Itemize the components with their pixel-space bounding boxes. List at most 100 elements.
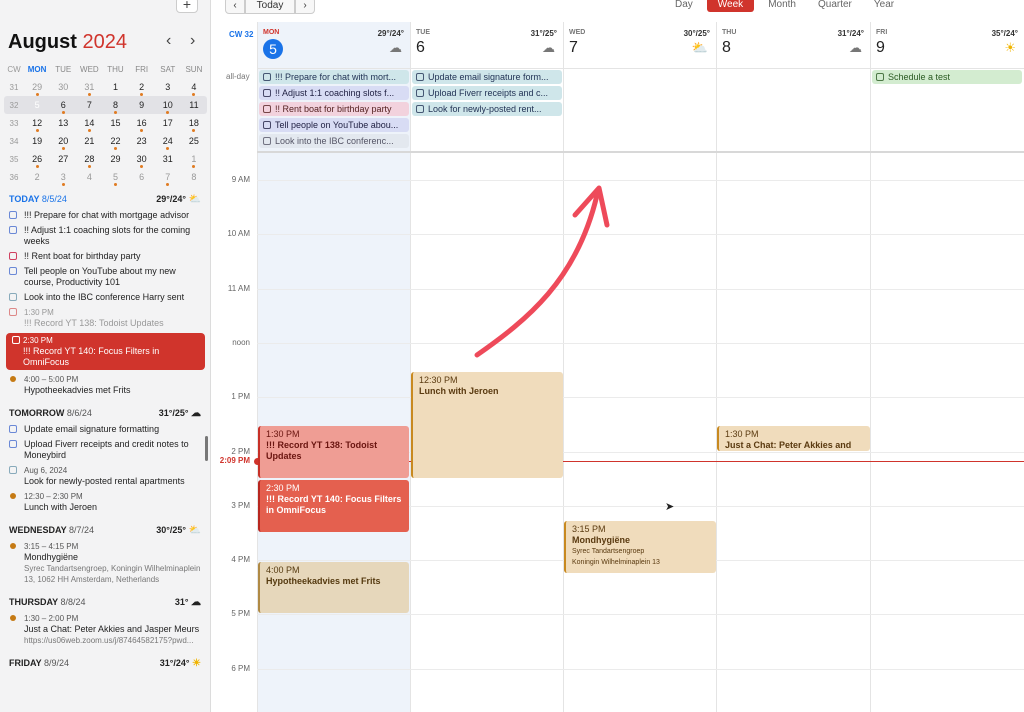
mini-calendar-day[interactable]: 17 — [155, 118, 181, 128]
agenda-task[interactable]: Tell people on YouTube about my new cour… — [0, 264, 210, 290]
event-lunch-jeroen[interactable]: 12:30 PM Lunch with Jeroen — [411, 372, 563, 478]
agenda-task[interactable]: Update email signature formatting — [0, 422, 210, 437]
mini-calendar-day[interactable]: 31 — [155, 154, 181, 164]
mini-calendar-day[interactable]: 25 — [181, 136, 207, 146]
mini-calendar-day[interactable]: 3 — [155, 82, 181, 92]
agenda-task[interactable]: !!! Prepare for chat with mortgage advis… — [0, 208, 210, 223]
mini-calendar-day[interactable]: 30 — [50, 82, 76, 92]
checkbox-icon[interactable] — [416, 89, 424, 97]
mini-calendar-day[interactable]: 4 — [76, 172, 102, 182]
mini-calendar-day[interactable]: 2 — [129, 82, 155, 96]
allday-task[interactable]: Tell people on YouTube abou... — [259, 118, 409, 132]
agenda-task[interactable]: !! Adjust 1:1 coaching slots for the com… — [0, 223, 210, 249]
mini-calendar-day[interactable]: 1 — [102, 82, 128, 92]
event-record-yt-140[interactable]: 2:30 PM!!! Record YT 140: Focus Filters … — [258, 480, 409, 532]
mini-calendar-day[interactable]: 8 — [102, 100, 128, 114]
checkbox-icon[interactable] — [9, 440, 17, 448]
checkbox-icon[interactable] — [9, 211, 17, 219]
checkbox-icon[interactable] — [9, 226, 17, 234]
mini-calendar-day[interactable]: 3 — [50, 172, 76, 186]
checkbox-icon[interactable] — [263, 137, 271, 145]
checkbox-icon[interactable] — [9, 425, 17, 433]
mini-calendar-day[interactable]: 1 — [181, 154, 207, 168]
mini-calendar-day[interactable]: 28 — [76, 154, 102, 168]
mini-calendar-day[interactable]: 29 — [24, 82, 50, 96]
mini-calendar-day[interactable]: 2 — [24, 172, 50, 182]
mini-calendar-day[interactable]: 5 — [102, 172, 128, 186]
mini-calendar-day[interactable]: 7 — [155, 172, 181, 186]
checkbox-icon[interactable] — [263, 73, 271, 81]
allday-task[interactable]: Look into the IBC conferenc... — [259, 134, 409, 148]
tab-year[interactable]: Year — [866, 0, 902, 12]
event-record-yt-138[interactable]: 1:30 PM!!! Record YT 138: Todoist Update… — [258, 426, 409, 478]
mini-calendar-day[interactable]: 29 — [102, 154, 128, 164]
checkbox-icon[interactable] — [9, 466, 17, 474]
sidebar-scrollbar[interactable] — [205, 436, 208, 461]
checkbox-icon[interactable] — [12, 336, 20, 344]
mini-calendar-day[interactable]: 12 — [24, 118, 50, 132]
allday-task[interactable]: Update email signature form... — [412, 70, 562, 84]
mini-calendar-day[interactable]: 7 — [76, 100, 102, 110]
prev-week-button[interactable]: ‹ — [225, 0, 245, 14]
prev-month-button[interactable]: ‹ — [166, 32, 171, 50]
mini-calendar-day[interactable]: 10 — [155, 100, 181, 114]
today-button[interactable]: Today — [245, 0, 295, 14]
mini-calendar-day[interactable]: 19 — [24, 136, 50, 146]
checkbox-icon[interactable] — [416, 105, 424, 113]
checkbox-icon[interactable] — [9, 293, 17, 301]
checkbox-icon[interactable] — [416, 73, 424, 81]
tab-month[interactable]: Month — [760, 0, 804, 12]
checkbox-icon[interactable] — [263, 121, 271, 129]
agenda-event[interactable]: 3:15 – 4:15 PM Mondhygiëne Syrec Tandartse… — [0, 539, 210, 587]
event-just-a-chat[interactable]: 1:30 PMJust a Chat: Peter Akkies and J..… — [717, 426, 870, 451]
mini-calendar-day[interactable]: 5 — [24, 96, 50, 114]
day-column-thu[interactable]: THU 8 31°/24° ☁ — [716, 22, 870, 712]
mini-calendar-day[interactable]: 6 — [129, 172, 155, 182]
agenda-task[interactable]: Upload Fiverr receipts and credit notes … — [0, 437, 210, 463]
mini-calendar-day[interactable]: 11 — [181, 100, 207, 110]
tab-quarter[interactable]: Quarter — [810, 0, 860, 12]
mini-calendar-day[interactable]: 26 — [24, 154, 50, 168]
mini-calendar-day[interactable]: 20 — [50, 136, 76, 150]
mini-calendar-day[interactable]: 14 — [76, 118, 102, 132]
mini-calendar-day[interactable]: 22 — [102, 136, 128, 150]
mini-calendar-day[interactable]: 15 — [102, 118, 128, 128]
agenda-event[interactable]: 1:30 – 2:00 PM Just a Chat: Peter Akkies … — [0, 611, 210, 648]
event-hypotheekadvies[interactable]: 4:00 PM Hypotheekadvies met Frits — [258, 562, 409, 613]
checked-checkbox-icon[interactable] — [9, 308, 17, 316]
mini-calendar-day[interactable]: 9 — [129, 100, 155, 110]
mini-calendar-day[interactable]: 16 — [129, 118, 155, 132]
tab-week[interactable]: Week — [706, 0, 755, 12]
mini-calendar-day[interactable]: 8 — [181, 172, 207, 182]
mini-calendar-day[interactable]: 13 — [50, 118, 76, 128]
mini-calendar-day[interactable]: 6 — [50, 100, 76, 114]
mini-calendar-day[interactable]: 31 — [76, 82, 102, 96]
allday-task[interactable]: !! Adjust 1:1 coaching slots f... — [259, 86, 409, 100]
agenda-task[interactable]: Look into the IBC conference Harry sent — [0, 290, 210, 305]
agenda-task[interactable]: Aug 6, 2024 Look for newly-posted rental … — [0, 463, 210, 489]
agenda-task-done[interactable]: 1:30 PM!!! Record YT 138: Todoist Update… — [0, 305, 210, 331]
mini-calendar-day[interactable]: 21 — [76, 136, 102, 146]
mini-calendar-day[interactable]: 18 — [181, 118, 207, 132]
mini-calendar-day[interactable]: 30 — [129, 154, 155, 168]
tab-day[interactable]: Day — [667, 0, 701, 12]
mini-calendar-day[interactable]: 23 — [129, 136, 155, 146]
next-month-button[interactable]: › — [190, 32, 195, 50]
mini-calendar-day[interactable]: 27 — [50, 154, 76, 164]
checkbox-icon[interactable] — [9, 252, 17, 260]
event-mondhygiene[interactable]: 3:15 PM Mondhygiëne Syrec Tandartsengroep K… — [564, 521, 716, 573]
mini-calendar-day[interactable]: 4 — [181, 82, 207, 96]
checkbox-icon[interactable] — [263, 89, 271, 97]
checkbox-icon[interactable] — [263, 105, 271, 113]
add-event-button[interactable]: + — [176, 0, 198, 13]
agenda-task-selected[interactable]: 2:30 PM!!! Record YT 140: Focus Filters … — [6, 333, 205, 370]
agenda-event[interactable]: 4:00 – 5:00 PM Hypotheekadvies met Frits — [0, 372, 210, 398]
allday-task[interactable]: Look for newly-posted rent... — [412, 102, 562, 116]
checkbox-icon[interactable] — [876, 73, 884, 81]
allday-task[interactable]: Upload Fiverr receipts and c... — [412, 86, 562, 100]
allday-task[interactable]: Schedule a test — [872, 70, 1022, 84]
mini-calendar-day[interactable]: 24 — [155, 136, 181, 150]
agenda-task[interactable]: !! Rent boat for birthday party — [0, 249, 210, 264]
checkbox-icon[interactable] — [9, 267, 17, 275]
next-week-button[interactable]: › — [295, 0, 315, 14]
